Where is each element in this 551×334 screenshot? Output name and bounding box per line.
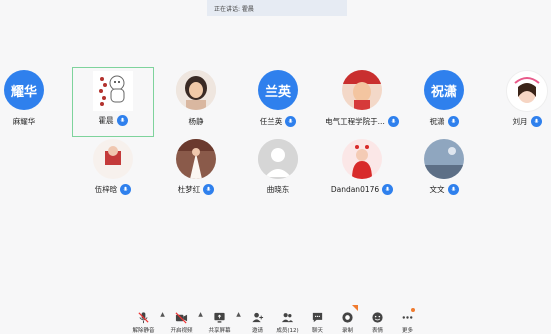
more-label: 更多 xyxy=(401,328,413,334)
mic-icon xyxy=(120,184,132,195)
participant-tile-dandan[interactable]: Dandan0176 xyxy=(320,136,404,206)
avatar: 兰英 xyxy=(258,70,298,110)
mic-icon xyxy=(530,116,542,127)
notification-dot xyxy=(410,308,415,312)
participant-tile-zhuxiao[interactable]: 祝潇 祝潇 xyxy=(403,64,485,134)
unmute-button[interactable]: 解除静音 xyxy=(129,302,159,334)
share-options-caret[interactable]: ▲ xyxy=(235,302,243,334)
members-icon xyxy=(281,313,294,323)
unmute-label: 解除静音 xyxy=(132,328,155,334)
members-button[interactable]: 成员(12) xyxy=(273,302,303,334)
avatar xyxy=(93,139,133,179)
audio-options-caret[interactable]: ▲ xyxy=(159,302,167,334)
avatar: 祝潇 xyxy=(424,70,464,110)
participant-grid: 耀华 麻耀华 霍晨 杨静 兰英 任兰英 电气工程学院于... 祝潇 祝潇 刘月 … xyxy=(0,0,551,300)
participant-tile-wuzihan[interactable]: 伍梓晗 xyxy=(72,136,154,206)
participant-tile-huochen[interactable]: 霍晨 xyxy=(72,67,154,137)
participant-tile-yangjing[interactable]: 杨静 xyxy=(155,64,237,134)
avatar xyxy=(342,70,382,110)
default-user-icon xyxy=(258,139,298,179)
reactions-label: 表情 xyxy=(371,328,383,334)
mic-icon xyxy=(285,116,297,127)
participant-name: 霍晨 xyxy=(98,116,114,125)
mic-muted-icon xyxy=(138,312,149,324)
chat-icon xyxy=(312,312,323,323)
record-label: 录制 xyxy=(341,328,353,334)
participant-name: 麻耀华 xyxy=(12,117,36,126)
participant-name: 杨静 xyxy=(188,117,204,126)
participant-tile-dumenghong[interactable]: 杜梦红 xyxy=(155,136,237,206)
avatar xyxy=(424,139,464,179)
smiley-icon xyxy=(372,312,383,323)
video-label: 开启视频 xyxy=(170,328,193,334)
share-screen-button[interactable]: 共享屏幕 xyxy=(205,302,235,334)
chat-button[interactable]: 聊天 xyxy=(303,302,333,334)
participant-name: 文文 xyxy=(429,185,445,194)
mic-icon xyxy=(203,184,215,195)
more-button[interactable]: 更多 xyxy=(393,302,423,334)
participant-name: 曲晓东 xyxy=(266,185,290,194)
participant-name: 电气工程学院于... xyxy=(325,117,385,126)
mic-icon xyxy=(447,116,459,127)
invite-label: 邀请 xyxy=(251,328,263,334)
participant-tile-mayaohua[interactable]: 耀华 麻耀华 xyxy=(0,64,65,134)
participant-tile-renlanying[interactable]: 兰英 任兰英 xyxy=(237,64,319,134)
record-badge xyxy=(351,305,358,311)
participant-tile-quxiaodong[interactable]: 曲晓东 xyxy=(237,136,319,206)
meeting-toolbar: 解除静音 ▲ 开启视频 ▲ 共享屏幕 ▲ 邀请 成员(12) 聊天 录制 表情 … xyxy=(0,300,551,334)
share-label: 共享屏幕 xyxy=(208,328,231,334)
chat-label: 聊天 xyxy=(311,328,323,334)
cartoon-cat-sticker-icon xyxy=(99,75,125,106)
participant-tile-wenwen[interactable]: 文文 xyxy=(403,136,485,206)
camera-off-icon xyxy=(175,312,188,324)
mic-icon xyxy=(447,184,459,195)
participant-name: 任兰英 xyxy=(259,117,283,126)
avatar xyxy=(342,139,382,179)
avatar xyxy=(506,70,548,112)
record-button[interactable]: 录制 xyxy=(333,302,363,334)
mic-icon xyxy=(387,116,399,127)
more-dots-icon xyxy=(402,316,413,319)
start-video-button[interactable]: 开启视频 xyxy=(167,302,197,334)
participant-name: Dandan0176 xyxy=(330,185,380,194)
video-options-caret[interactable]: ▲ xyxy=(197,302,205,334)
participant-name: 杜梦红 xyxy=(177,185,201,194)
record-icon xyxy=(342,312,353,323)
participant-tile-liuyue[interactable]: 刘月 xyxy=(486,64,551,134)
share-screen-icon xyxy=(214,312,225,323)
avatar xyxy=(258,139,298,179)
avatar: 耀华 xyxy=(4,70,44,110)
invite-user-icon xyxy=(252,312,264,323)
participant-name: 祝潇 xyxy=(429,117,445,126)
participant-tile-yu[interactable]: 电气工程学院于... xyxy=(320,64,404,134)
mic-icon xyxy=(382,184,394,195)
reactions-button[interactable]: 表情 xyxy=(363,302,393,334)
avatar xyxy=(93,71,133,111)
members-label: 成员(12) xyxy=(276,328,299,334)
avatar xyxy=(176,70,216,110)
avatar xyxy=(176,139,216,179)
participant-name: 伍梓晗 xyxy=(94,185,118,194)
mic-icon xyxy=(116,115,128,126)
participant-name: 刘月 xyxy=(512,117,528,126)
invite-button[interactable]: 邀请 xyxy=(243,302,273,334)
